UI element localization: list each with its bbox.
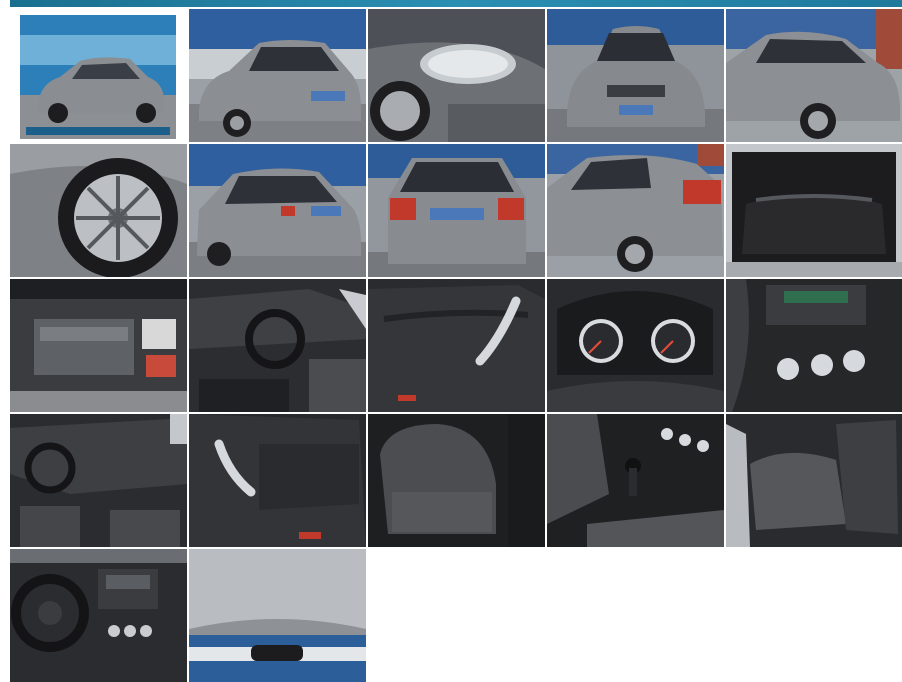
gallery-thumbnail-9[interactable] [547,144,724,277]
car-exterior-rear-icon [189,144,366,277]
car-interior-dashboard-icon [189,279,366,412]
car-exterior-side-icon [726,9,902,142]
car-rear-seat-icon [726,414,902,547]
gallery-thumbnail-19[interactable] [547,414,724,547]
gallery-thumbnail-16[interactable] [10,414,187,547]
photo-gallery-grid [10,9,902,682]
car-headlight-icon [368,9,545,142]
gallery-thumbnail-6[interactable] [10,144,187,277]
gallery-thumbnail-1[interactable] [10,9,187,142]
gallery-thumbnail-22[interactable] [189,549,366,682]
car-exterior-rear-icon [368,144,545,277]
gallery-thumbnail-3[interactable] [368,9,545,142]
gallery-thumbnail-17[interactable] [189,414,366,547]
gallery-thumbnail-20[interactable] [726,414,902,547]
car-exterior-rear-icon [547,144,724,277]
gallery-thumbnail-4[interactable] [547,9,724,142]
car-exterior-front-icon [547,9,724,142]
car-center-console-icon [726,279,902,412]
gallery-thumbnail-11[interactable] [10,279,187,412]
car-exterior-front-icon [20,15,176,139]
car-trunk-icon [726,144,902,277]
car-engine-icon [10,279,187,412]
dealer-banner [20,15,176,139]
car-instrument-cluster-icon [547,279,724,412]
gallery-thumbnail-21[interactable] [10,549,187,682]
gallery-thumbnail-15[interactable] [726,279,902,412]
gallery-thumbnail-18[interactable] [368,414,545,547]
car-headliner-icon [189,549,366,682]
gallery-thumbnail-8[interactable] [368,144,545,277]
gallery-thumbnail-13[interactable] [368,279,545,412]
car-gear-shift-icon [547,414,724,547]
car-seat-icon [368,414,545,547]
gallery-thumbnail-7[interactable] [189,144,366,277]
gallery-thumbnail-14[interactable] [547,279,724,412]
gallery-header-strip [10,0,902,7]
car-wheel-icon [10,144,187,277]
gallery-thumbnail-10[interactable] [726,144,902,277]
car-interior-dashboard-icon [10,414,187,547]
gallery-thumbnail-12[interactable] [189,279,366,412]
car-door-panel-icon [189,414,366,547]
gallery-thumbnail-5[interactable] [726,9,902,142]
car-door-panel-icon [368,279,545,412]
gallery-thumbnail-2[interactable] [189,9,366,142]
car-exterior-front-icon [189,9,366,142]
car-steering-wheel-icon [10,549,187,682]
